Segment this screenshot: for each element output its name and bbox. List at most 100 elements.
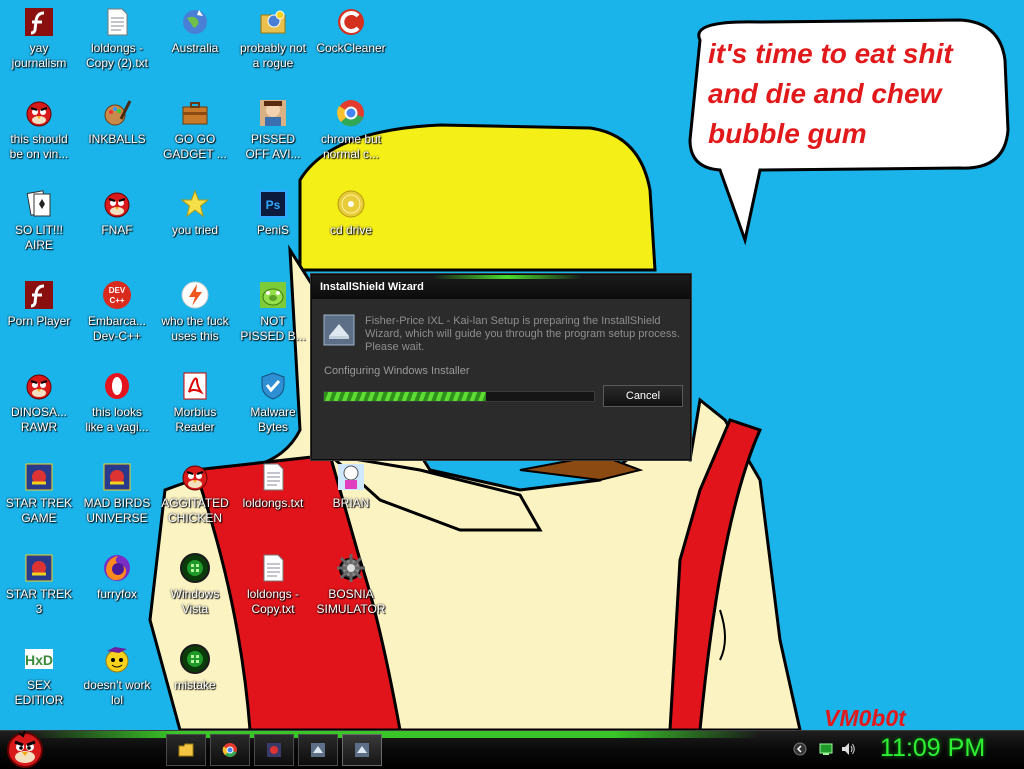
svg-text:C++: C++ (109, 296, 124, 305)
desktop-icon[interactable]: DINOSA... RAWR (0, 370, 78, 435)
desktop-icon[interactable]: FNAF (78, 188, 156, 238)
gear-icon (337, 554, 365, 582)
desktop-icon-label: SO LIT!!! AIRE (14, 223, 63, 252)
desktop-icon[interactable]: Malware Bytes (234, 370, 312, 435)
desktop-icon[interactable]: SO LIT!!! AIRE (0, 188, 78, 253)
desktop-icon-label: MAD BIRDS UNIVERSE (83, 496, 151, 525)
desktop-icon[interactable]: who the fuck uses this (156, 279, 234, 344)
desktop-icon[interactable]: probably not a rogue (234, 6, 312, 71)
desktop-icon-label: BOSNIA SIMULATOR (316, 587, 386, 616)
desktop-icon[interactable]: BRIAN (312, 461, 390, 511)
installer-icon (355, 743, 369, 757)
desktop-icon[interactable]: HxD SEX EDITIOR (0, 643, 78, 708)
desktop-icon-label: mistake (174, 678, 216, 692)
desktop-icon[interactable]: INKBALLS (78, 97, 156, 147)
wallpaper-watermark: VM0b0t (824, 705, 906, 731)
desktop-icon-label: yay journalism (11, 41, 67, 70)
angry-bird-icon (104, 192, 130, 218)
desktop-icon-label: Australia (171, 41, 219, 55)
desktop-icon-label: CockCleaner (316, 41, 386, 55)
desktop-icon-label: Morbius Reader (173, 405, 217, 434)
install-progress-fill (324, 392, 486, 401)
chrome-icon (222, 743, 237, 757)
desktop-icon[interactable]: BOSNIA SIMULATOR (312, 552, 390, 617)
desktop-icon-label: STAR TREK 3 (5, 587, 73, 616)
folder-icon (178, 743, 194, 757)
text-file-icon (263, 463, 284, 491)
desktop-icon-label: FNAF (101, 223, 133, 237)
tray-chevron-icon[interactable] (792, 741, 808, 757)
dialog-status: Configuring Windows Installer (324, 365, 470, 377)
dialog-titlebar[interactable]: InstallShield Wizard (312, 275, 690, 300)
desktop-icon-label: GO GO GADGET ... (163, 132, 227, 161)
desktop-icon[interactable]: chrome but normal c... (312, 97, 390, 162)
desktop-icon-label: loldongs.txt (242, 496, 304, 510)
desktop-icon[interactable]: Porn Player (0, 279, 78, 329)
angry-bird-icon (26, 374, 52, 400)
pdf-icon (183, 372, 207, 400)
desktop-icon-label: Porn Player (7, 314, 71, 328)
taskbar-clock[interactable]: 11:09 PM (880, 734, 985, 763)
desktop-icon[interactable]: loldongs.txt (234, 461, 312, 511)
shield-icon (261, 372, 285, 400)
desktop-icon-label: INKBALLS (88, 132, 146, 146)
desktop-icon[interactable]: AGGITATED CHICKEN (156, 461, 234, 526)
desktop-icon[interactable]: GO GO GADGET ... (156, 97, 234, 162)
desktop-icon-label: furryfox (96, 587, 137, 601)
yahoo-icon (105, 647, 129, 673)
desktop-icon-label: chrome but normal c... (320, 132, 382, 161)
network-icon[interactable] (818, 741, 834, 757)
desktop-icon[interactable]: you tried (156, 188, 234, 238)
desktop-icon[interactable]: this looks like a vagi... (78, 370, 156, 435)
desktop-icon-label: loldongs - Copy.txt (246, 587, 300, 616)
desktop-icon[interactable]: MAD BIRDS UNIVERSE (78, 461, 156, 526)
taskbar-button-chrome[interactable] (210, 734, 250, 766)
desktop-icon[interactable]: loldongs - Copy.txt (234, 552, 312, 617)
firefox-icon (104, 555, 130, 581)
desktop-icon[interactable]: furryfox (78, 552, 156, 602)
installer-icon (311, 743, 325, 757)
desktop-icon-label: STAR TREK GAME (5, 496, 73, 525)
taskbar-button-game[interactable] (254, 734, 294, 766)
desktop-icon[interactable]: Ps PeniS (234, 188, 312, 238)
desktop-icon-label: doesn't work lol (83, 678, 151, 707)
desktop-icon[interactable]: STAR TREK 3 (0, 552, 78, 617)
dialog-message: Fisher-Price IXL - Kai-lan Setup is prep… (365, 315, 680, 353)
desktop-icon-label: who the fuck uses this (161, 314, 229, 343)
taskbar-button-explorer[interactable] (166, 734, 206, 766)
game-avatar-icon (260, 100, 286, 126)
desktop-icon[interactable]: Morbius Reader (156, 370, 234, 435)
desktop-icon[interactable]: PISSED OFF AVI... (234, 97, 312, 162)
desktop-icon[interactable]: doesn't work lol (78, 643, 156, 708)
cd-icon (337, 190, 365, 218)
cards-icon (26, 190, 51, 217)
game-icon (25, 463, 53, 491)
cancel-button[interactable]: Cancel (603, 385, 683, 407)
desktop-icon[interactable]: STAR TREK GAME (0, 461, 78, 526)
desktop-icon[interactable]: loldongs - Copy (2).txt (78, 6, 156, 71)
paint-icon (104, 100, 132, 126)
ccleaner-icon (338, 9, 364, 35)
desktop-icon[interactable]: CockCleaner (312, 6, 390, 56)
desktop-icon-label: probably not a rogue (239, 41, 307, 70)
desktop-icon[interactable]: cd drive (312, 188, 390, 238)
desktop-icon[interactable]: DEV C++ Embarca... Dev-C++ (78, 279, 156, 344)
desktop-icon[interactable]: Windows Vista (156, 552, 234, 617)
text-file-icon (263, 554, 284, 582)
brian-icon (338, 464, 364, 490)
photoshop-icon: Ps (259, 190, 287, 218)
desktop-icon[interactable]: mistake (156, 643, 234, 693)
desktop-icon[interactable]: this should be on vin... (0, 97, 78, 162)
desktop-icon-label: PISSED OFF AVI... (245, 132, 301, 161)
desktop-icon[interactable]: Australia (156, 6, 234, 56)
volume-icon[interactable] (840, 741, 856, 757)
desktop-icon[interactable]: yay journalism (0, 6, 78, 71)
desktop-icon-label: Malware Bytes (250, 405, 296, 434)
svg-text:Ps: Ps (266, 198, 281, 212)
start-button[interactable] (4, 727, 46, 769)
desktop-icon[interactable]: NOT PISSED B... (234, 279, 312, 344)
taskbar-button-installer-active[interactable] (342, 734, 382, 766)
svg-text:DEV: DEV (109, 286, 126, 295)
taskbar-button-installer[interactable] (298, 734, 338, 766)
orb-icon (180, 553, 210, 583)
